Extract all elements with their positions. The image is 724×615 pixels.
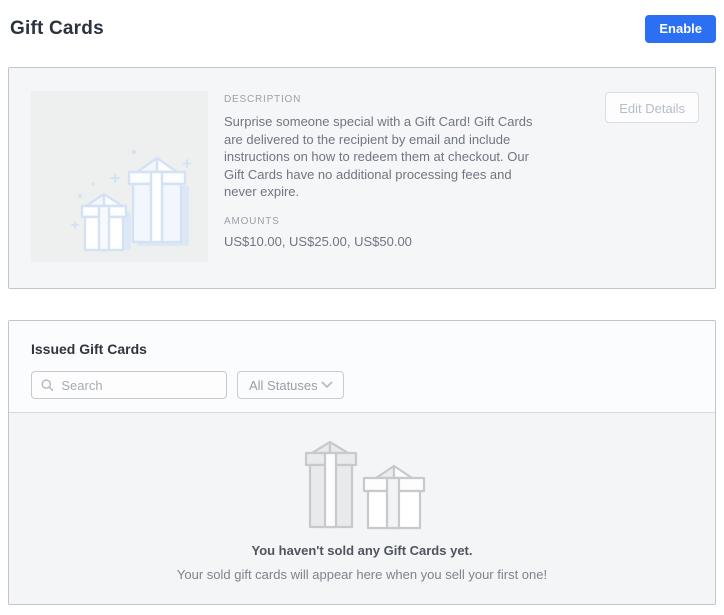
search-box[interactable] — [31, 371, 227, 399]
search-input[interactable] — [61, 377, 218, 393]
amounts-label: AMOUNTS — [224, 215, 280, 227]
gift-card-details: DESCRIPTION Surprise someone special wit… — [224, 91, 605, 265]
issued-gift-cards-empty-state: You haven't sold any Gift Cards yet. You… — [9, 413, 715, 604]
amounts-value: US$10.00, US$25.00, US$50.00 — [224, 233, 412, 249]
gift-card-preview-image — [31, 91, 208, 262]
filter-row: All Statuses — [31, 371, 693, 399]
issued-gift-cards-card: Issued Gift Cards All Statuses — [8, 320, 716, 605]
edit-details-button[interactable]: Edit Details — [605, 92, 699, 123]
gift-boxes-illustration-gray-icon — [304, 440, 426, 530]
description-text: Surprise someone special with a Gift Car… — [224, 114, 533, 199]
search-icon — [41, 379, 54, 392]
status-filter-value: All Statuses — [249, 377, 318, 393]
gift-card-settings-card: DESCRIPTION Surprise someone special wit… — [8, 67, 716, 289]
empty-state-subtitle: Your sold gift cards will appear here wh… — [176, 567, 548, 582]
empty-state-title: You haven't sold any Gift Cards yet. — [251, 543, 473, 558]
issued-gift-cards-title: Issued Gift Cards — [31, 341, 147, 357]
issued-gift-cards-header: Issued Gift Cards All Statuses — [9, 321, 715, 413]
description-label: DESCRIPTION — [224, 94, 302, 105]
enable-button[interactable]: Enable — [645, 14, 716, 43]
chevron-down-icon — [321, 381, 333, 388]
gift-boxes-illustration-blue-icon — [70, 150, 191, 252]
page-header: Gift Cards Enable — [0, 0, 724, 44]
page-title: Gift Cards — [10, 17, 104, 39]
status-filter-dropdown[interactable]: All Statuses — [237, 371, 344, 399]
